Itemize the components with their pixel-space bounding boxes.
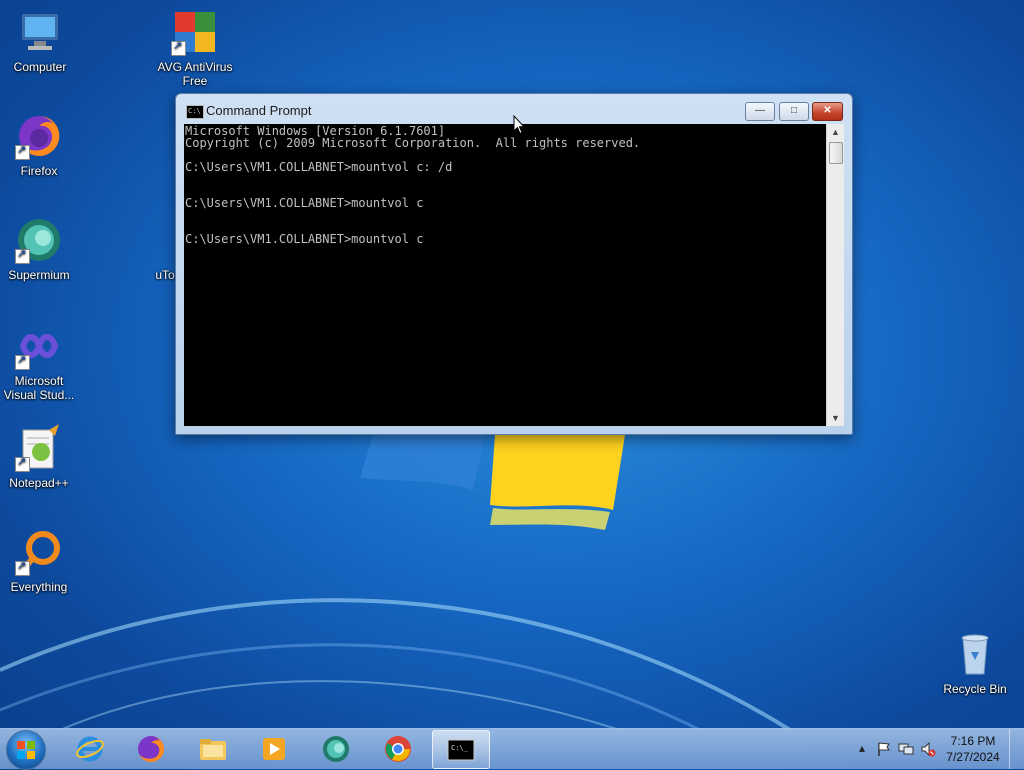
internet-explorer-icon — [76, 736, 104, 762]
desktop-icon-computer[interactable]: Computer — [2, 8, 78, 74]
taskbar-command-prompt[interactable]: C:\_ — [432, 730, 490, 769]
taskbar-windows-explorer[interactable] — [185, 730, 241, 767]
windows-logo-wallpaper — [360, 435, 625, 530]
wallpaper-swoosh — [0, 598, 792, 730]
action-center-flag-icon[interactable] — [876, 741, 892, 757]
shortcut-arrow-icon — [15, 247, 30, 264]
folder-icon — [200, 739, 226, 760]
recycle-bin-icon — [951, 630, 999, 678]
vertical-scrollbar[interactable]: ▲ ▼ — [826, 124, 844, 426]
visual-studio-icon — [15, 322, 63, 370]
svg-text:C:\_: C:\_ — [451, 744, 469, 752]
computer-icon — [16, 8, 64, 56]
chrome-icon — [385, 736, 411, 762]
scroll-up-button[interactable]: ▲ — [827, 124, 844, 140]
taskbar-chrome[interactable] — [370, 730, 426, 767]
taskbar-internet-explorer[interactable] — [62, 730, 118, 767]
desktop-icon-label: Supermium — [8, 268, 70, 282]
close-button[interactable]: ✕ — [812, 102, 843, 121]
scrollbar-thumb[interactable] — [829, 142, 843, 164]
show-desktop-button[interactable] — [1009, 729, 1024, 769]
shortcut-arrow-icon — [15, 455, 30, 472]
console-output[interactable]: Microsoft Windows [Version 6.1.7601] Copy… — [185, 125, 825, 423]
avg-antivirus-icon — [171, 8, 219, 56]
desktop-icon-everything[interactable]: Everything — [1, 528, 77, 594]
network-icon[interactable] — [898, 741, 914, 757]
maximize-button[interactable]: □ — [779, 102, 809, 121]
volume-muted-icon[interactable] — [920, 741, 936, 757]
taskbar: C:\_ ▴ 7:16 PM 7/27/2024 — [0, 728, 1024, 770]
supermium-icon — [15, 216, 63, 264]
firefox-icon — [138, 736, 164, 762]
desktop-icon-label: Recycle Bin — [943, 682, 1007, 696]
desktop-icon-label: Microsoft Visual Stud... — [3, 374, 75, 402]
console-line: C:\Users\VM1.COLLABNET>mountvol c — [185, 196, 424, 210]
taskbar-firefox[interactable] — [123, 730, 179, 767]
clock-time: 7:16 PM — [950, 734, 996, 748]
taskbar-supermium[interactable] — [308, 730, 364, 767]
show-hidden-icons-button[interactable]: ▴ — [854, 741, 870, 757]
desktop-icon-recycle-bin[interactable]: Recycle Bin — [937, 630, 1013, 696]
console-line: C:\Users\VM1.COLLABNET>mountvol c — [185, 232, 424, 246]
desktop-icon-firefox[interactable]: Firefox — [1, 112, 77, 178]
clock-date: 7/27/2024 — [946, 750, 1000, 764]
desktop-icon-visual-studio[interactable]: Microsoft Visual Stud... — [1, 322, 77, 402]
shortcut-arrow-icon — [171, 39, 186, 56]
command-prompt-window[interactable]: C:\ Command Prompt — □ ✕ Microsoft Windo… — [175, 93, 853, 435]
media-player-icon — [263, 738, 285, 760]
command-prompt-icon: C:\ — [186, 105, 204, 119]
desktop-icon-label: Notepad++ — [9, 476, 69, 490]
desktop-icon-label: Computer — [13, 60, 67, 74]
notepad-plus-plus-icon — [15, 424, 63, 472]
minimize-button[interactable]: — — [745, 102, 775, 121]
shortcut-arrow-icon — [15, 353, 30, 370]
supermium-icon — [323, 736, 349, 762]
desktop-icon-notepad-plus-plus[interactable]: Notepad++ — [1, 424, 77, 490]
mouse-pointer-icon — [513, 115, 525, 135]
scroll-down-button[interactable]: ▼ — [827, 410, 844, 426]
desktop-icon-label: Firefox — [20, 164, 58, 178]
utorrent-icon — [155, 216, 175, 264]
desktop-icon-avg-antivirus[interactable]: AVG AntiVirus Free — [157, 8, 233, 88]
desktop-icon-label: Everything — [10, 580, 68, 594]
shortcut-arrow-icon — [15, 143, 30, 160]
shortcut-arrow-icon — [15, 559, 30, 576]
everything-search-icon — [15, 528, 63, 576]
console-area[interactable]: Microsoft Windows [Version 6.1.7601] Copy… — [184, 124, 844, 426]
system-clock[interactable]: 7:16 PM 7/27/2024 — [942, 733, 1004, 765]
notification-area: ▴ 7:16 PM 7/27/2024 — [834, 729, 1024, 769]
start-button[interactable] — [6, 730, 46, 770]
windows-logo-icon — [17, 741, 35, 759]
command-prompt-icon: C:\_ — [447, 739, 475, 761]
window-title: Command Prompt — [206, 103, 312, 118]
desktop-icon-label: AVG AntiVirus Free — [157, 60, 233, 88]
console-line: Copyright (c) 2009 Microsoft Corporation… — [185, 136, 641, 150]
taskbar-media-player[interactable] — [246, 730, 302, 767]
desktop-icon-supermium[interactable]: Supermium — [1, 216, 77, 282]
firefox-icon — [15, 112, 63, 160]
console-line: C:\Users\VM1.COLLABNET>mountvol c: /d — [185, 160, 453, 174]
